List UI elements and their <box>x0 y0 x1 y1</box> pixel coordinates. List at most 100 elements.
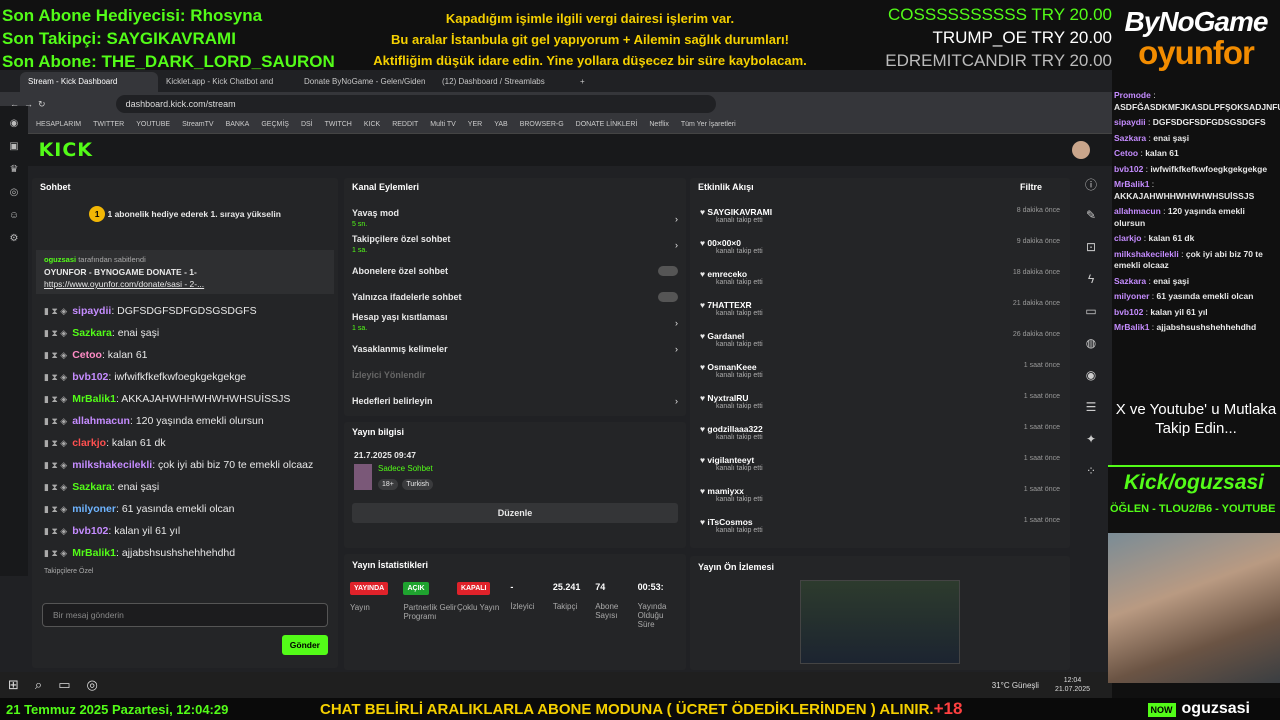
chat-message[interactable]: ▮ ⧗ ◈ bvb102: kalan yil 61 yıl <box>32 520 338 542</box>
chat-username[interactable]: MrBalik1 <box>72 393 116 405</box>
activity-item[interactable]: ♥ 7HATTEXR kanalı takip etti 21 dakika önc… <box>690 297 1070 328</box>
follower-name[interactable]: 7HATTEXR <box>707 300 751 310</box>
activity-item[interactable]: ♥ SAYGIKAVRAMI kanalı takip etti 8 dakika … <box>690 204 1070 235</box>
bookmark[interactable]: DONATE LİNKLERİ <box>576 121 638 128</box>
chat-username[interactable]: MrBalik1 <box>72 547 116 559</box>
chat-username[interactable]: bvb102 <box>72 525 108 537</box>
bookmark[interactable]: YAB <box>494 121 508 128</box>
broadcast-icon[interactable]: ◉ <box>1076 368 1106 400</box>
new-tab-icon[interactable]: + <box>572 72 592 92</box>
follower-name[interactable]: iTsCosmos <box>707 517 752 527</box>
chat-message[interactable]: ▮ ⧗ ◈ milkshakecilekli: çok iyi abi biz 7… <box>32 454 338 476</box>
bookmark[interactable]: HESAPLARIM <box>36 121 81 128</box>
apps-icon[interactable]: ⁘ <box>1076 464 1106 496</box>
bookmark[interactable]: REDDIT <box>392 121 418 128</box>
follower-name[interactable]: godzillaaa322 <box>707 424 762 434</box>
activity-item[interactable]: ♥ iTsCosmos kanalı takip etti 1 saat önce <box>690 514 1070 545</box>
emote-bar[interactable] <box>44 579 326 599</box>
follower-name[interactable]: SAYGIKAVRAMI <box>707 207 772 217</box>
pinned-link[interactable]: https://www.oyunfor.com/donate/sasi - 2-… <box>44 278 326 290</box>
channel-action-item[interactable]: Yasaklanmış kelimeler › <box>344 336 686 362</box>
bookmark[interactable]: Netflix <box>649 121 668 128</box>
chevron-right-icon[interactable]: › <box>675 343 678 355</box>
chat-message[interactable]: ▮ ⧗ ◈ clarkjo: kalan 61 dk <box>32 432 338 454</box>
bookmark[interactable]: BANKA <box>226 121 250 128</box>
bookmark[interactable]: KICK <box>364 121 380 128</box>
activity-item[interactable]: ♥ godzillaaa322 kanalı takip etti 1 saat ö… <box>690 421 1070 452</box>
bookmark[interactable]: TWITTER <box>93 121 124 128</box>
reload-icon[interactable]: ↻ <box>38 99 46 110</box>
chat-message[interactable]: ▮ ⧗ ◈ allahmacun: 120 yaşında emekli olur… <box>32 410 338 432</box>
clipboard-icon[interactable]: ▭ <box>1076 304 1106 336</box>
browser-tab[interactable]: Kicklet.app - Kick Chatbot and <box>158 72 296 92</box>
stream-icon[interactable]: ◉ <box>0 112 28 135</box>
activity-item[interactable]: ♥ mamiyxx kanalı takip etti 1 saat önce <box>690 483 1070 514</box>
chat-username[interactable]: allahmacun <box>72 415 130 427</box>
channel-action-item[interactable]: Takipçilere özel sohbet 1 sa. › <box>344 232 686 258</box>
crop-icon[interactable]: ⊡ <box>1076 240 1106 272</box>
pinned-message[interactable]: oguzsasi tarafından sabitlendi OYUNFOR -… <box>36 250 334 294</box>
mod-tools-icon[interactable]: ▮ ⧗ ◈ <box>44 306 67 316</box>
windows-start-icon[interactable]: ⊞ <box>8 677 19 693</box>
bookmark[interactable]: TWITCH <box>325 121 352 128</box>
chat-username[interactable]: milyoner <box>72 503 116 515</box>
bookmark[interactable]: StreamTV <box>182 121 214 128</box>
chat-username[interactable]: Sazkara <box>72 327 112 339</box>
chevron-right-icon[interactable]: › <box>675 395 678 407</box>
browser-tab[interactable]: Donate ByNoGame - Gelen/Giden <box>296 72 434 92</box>
browser-icon[interactable]: ◎ <box>86 677 97 693</box>
chat-username[interactable]: milkshakecilekli <box>72 459 152 471</box>
bookmark[interactable]: Tüm Yer İşaretleri <box>681 121 736 128</box>
chat-message[interactable]: ▮ ⧗ ◈ MrBalik1: AKKAJAHWHHWHWHWHSUİSSJS <box>32 388 338 410</box>
mod-tools-icon[interactable]: ▮ ⧗ ◈ <box>44 548 67 558</box>
chat-username[interactable]: clarkjo <box>72 437 106 449</box>
mod-tools-icon[interactable]: ▮ ⧗ ◈ <box>44 372 67 382</box>
wrench-icon[interactable]: ✦ <box>1076 432 1106 464</box>
pencil-icon[interactable]: ✎ <box>1076 208 1106 240</box>
follower-name[interactable]: OsmanKeee <box>707 362 756 372</box>
camera-icon[interactable]: ◎ <box>0 181 28 204</box>
mod-tools-icon[interactable]: ▮ ⧗ ◈ <box>44 460 67 470</box>
lightning-icon[interactable]: ϟ <box>1076 272 1106 304</box>
activity-item[interactable]: ♥ 00×00×0 kanalı takip etti 9 dakika önce <box>690 235 1070 266</box>
stream-category[interactable]: Sadece Sohbet <box>378 464 433 473</box>
toggle-switch[interactable] <box>658 266 678 276</box>
mod-tools-icon[interactable]: ▮ ⧗ ◈ <box>44 438 67 448</box>
users-icon[interactable]: ☺ <box>0 204 28 227</box>
send-button[interactable]: Gönder <box>281 635 328 655</box>
mod-tools-icon[interactable]: ▮ ⧗ ◈ <box>44 416 67 426</box>
mod-tools-icon[interactable]: ▮ ⧗ ◈ <box>44 504 67 514</box>
chat-username[interactable]: Cetoo <box>72 349 102 361</box>
follower-name[interactable]: NyxtralRU <box>707 393 748 403</box>
channel-action-item[interactable]: Hesap yaşı kısıtlaması 1 sa. › <box>344 310 686 336</box>
follower-name[interactable]: vigilanteeyt <box>707 455 754 465</box>
mod-tools-icon[interactable]: ▮ ⧗ ◈ <box>44 350 67 360</box>
bookmark[interactable]: YER <box>468 121 482 128</box>
trophy-icon[interactable]: ♛ <box>0 158 28 181</box>
mod-tools-icon[interactable]: ▮ ⧗ ◈ <box>44 482 67 492</box>
mod-tools-icon[interactable]: ▮ ⧗ ◈ <box>44 328 67 338</box>
follower-name[interactable]: mamiyxx <box>707 486 743 496</box>
chat-message[interactable]: ▮ ⧗ ◈ Sazkara: enai şaşi <box>32 476 338 498</box>
chat-message[interactable]: ▮ ⧗ ◈ Cetoo: kalan 61 <box>32 344 338 366</box>
bookmark[interactable]: DSİ <box>301 121 313 128</box>
dashboard-icon[interactable]: ▣ <box>0 135 28 158</box>
info-icon[interactable]: ⓘ <box>1076 176 1106 208</box>
bookmark[interactable]: BROWSER-G <box>520 121 564 128</box>
folder-icon[interactable]: ▭ <box>58 677 70 693</box>
mod-tools-icon[interactable]: ▮ ⧗ ◈ <box>44 394 67 404</box>
bookmark[interactable]: GEÇMİŞ <box>261 121 289 128</box>
bookmark[interactable]: Multi TV <box>430 121 456 128</box>
url-input[interactable]: dashboard.kick.com/stream <box>115 95 716 113</box>
chat-username[interactable]: sipaydii <box>72 305 111 317</box>
chat-username[interactable]: Sazkara <box>72 481 112 493</box>
activity-item[interactable]: ♥ Gardanel kanalı takip etti 26 dakika önc… <box>690 328 1070 359</box>
follower-name[interactable]: Gardanel <box>707 331 744 341</box>
channel-action-item[interactable]: Hedefleri belirleyin › <box>344 388 686 414</box>
chat-username[interactable]: bvb102 <box>72 371 108 383</box>
chat-icon[interactable]: ◍ <box>1076 336 1106 368</box>
chat-input[interactable]: Bir mesaj gönderin <box>42 603 328 627</box>
channel-action-item[interactable]: Abonelere özel sohbet <box>344 258 686 284</box>
channel-action-item[interactable]: Yavaş mod 5 sn. › <box>344 206 686 232</box>
activity-item[interactable]: ♥ OsmanKeee kanalı takip etti 1 saat önce <box>690 359 1070 390</box>
